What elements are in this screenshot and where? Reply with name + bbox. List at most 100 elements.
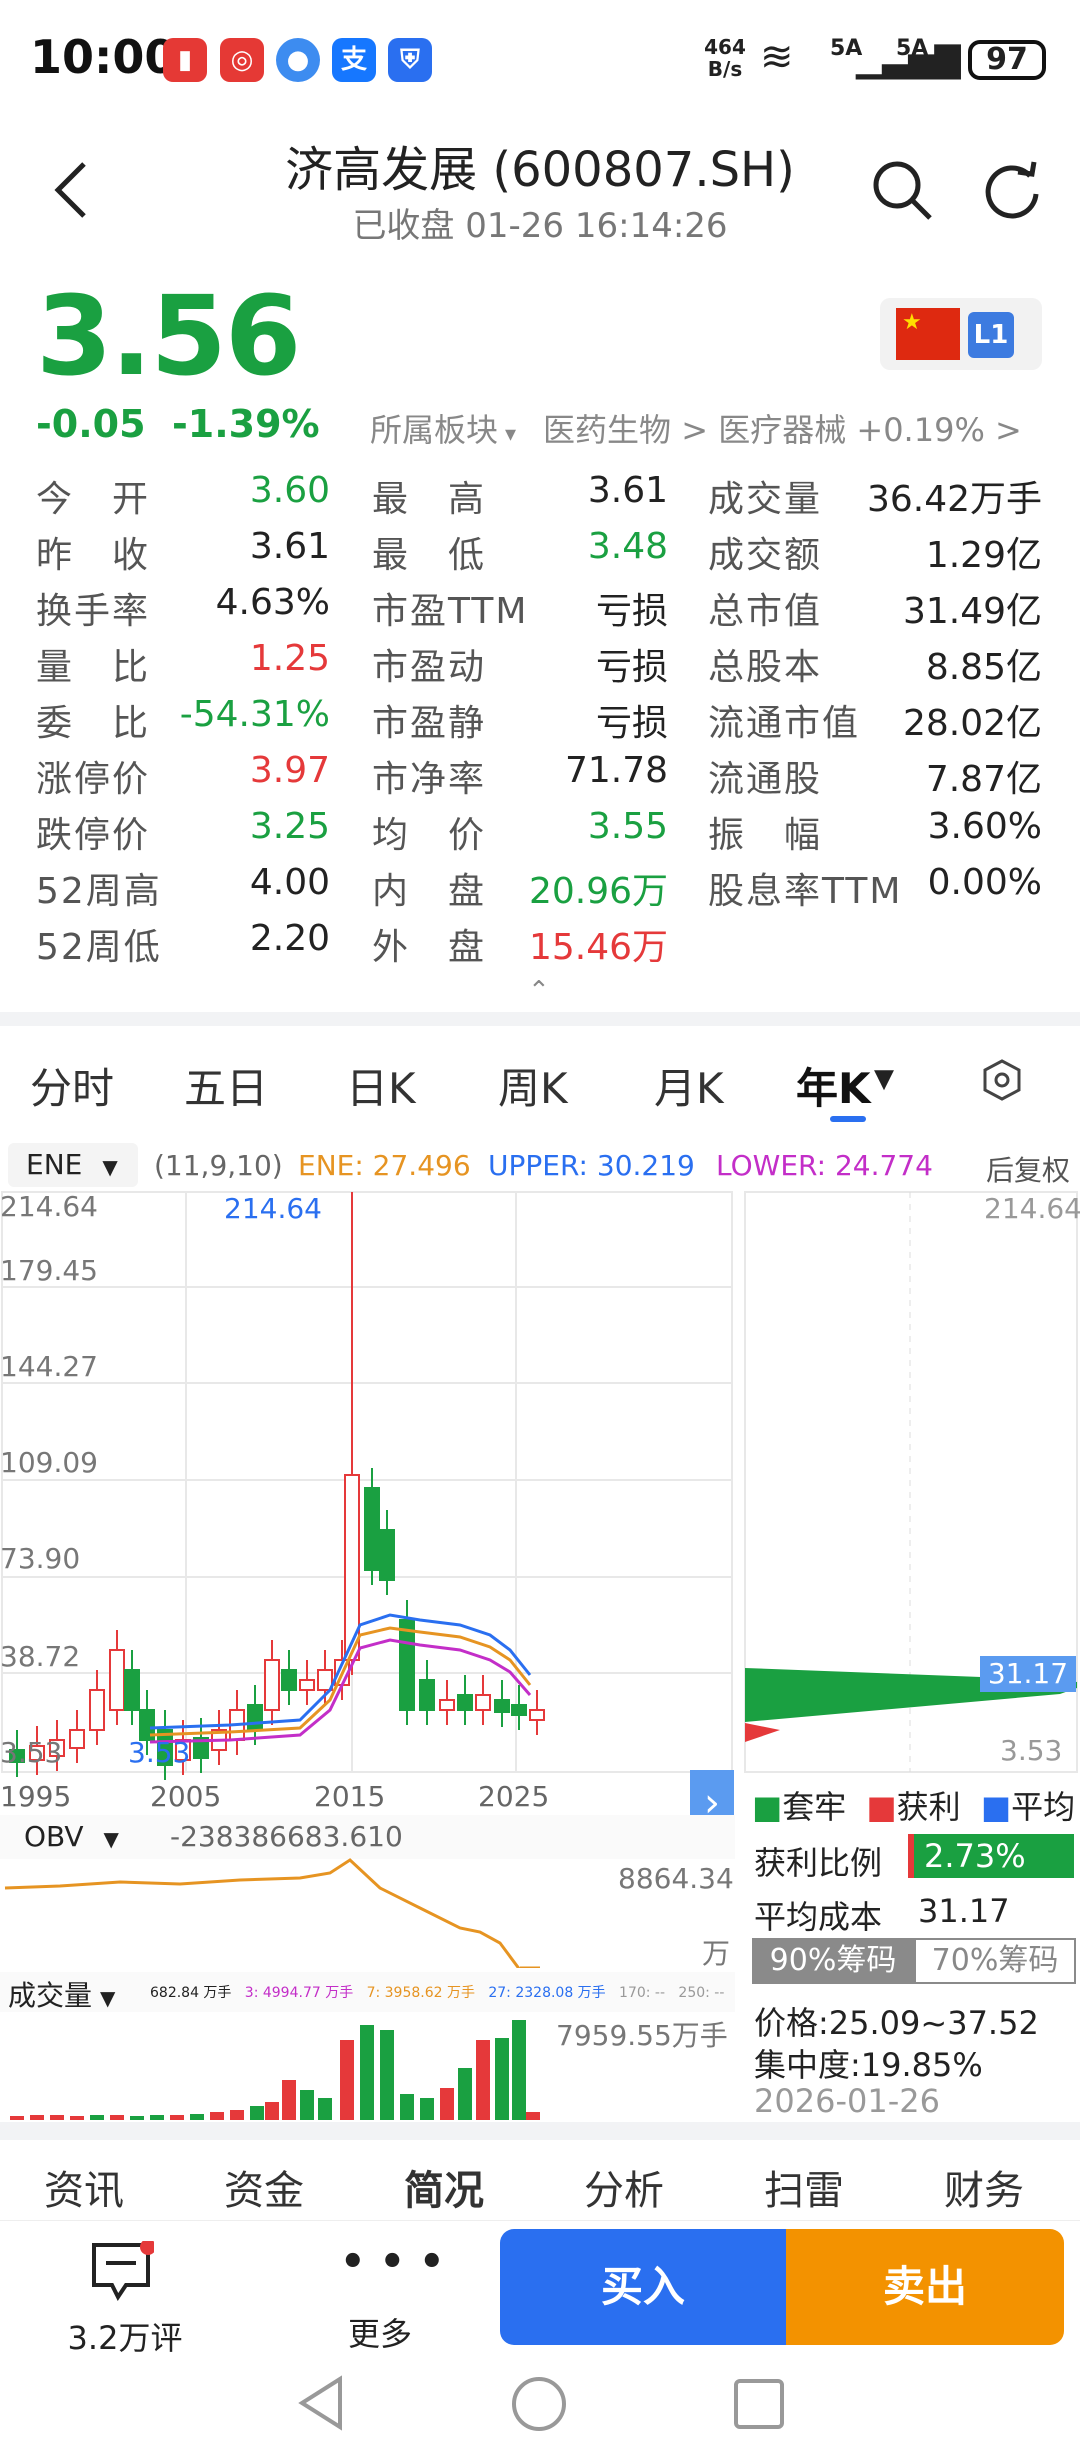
stat-value: 31.49亿 [902,591,1042,632]
stat-label: 最 低 [372,535,487,576]
stat-value: 亏损 [595,591,668,632]
legend-square-icon: ■ [980,1788,1012,1826]
sell-button[interactable]: 卖出 [786,2229,1064,2345]
chip-price-range: 价格:25.09~37.52 [754,2004,1039,2042]
more-label[interactable]: 更多 [330,2309,430,2355]
chevron-down-icon: ▼ [103,1827,119,1851]
refresh-icon[interactable] [980,158,1044,222]
stat-value: 3.25 [249,806,330,847]
chevron-up-icon[interactable]: ⌃ [528,976,550,1006]
max-price-label: 214.64 [224,1192,322,1225]
divider [0,2122,1080,2140]
app-icon-red: ▮ [163,38,207,82]
vol-ma-27: 27: 2328.08 万手 [488,1985,606,2001]
tab-period-2[interactable]: 日K [346,1055,416,1116]
y-tick-6: 3.53 [0,1736,63,1769]
stat-value: 亏损 [595,647,668,688]
comment-icon[interactable] [90,2241,154,2301]
volume-bar [130,2116,144,2120]
candle-body [124,1669,140,1711]
volume-bar [250,2106,264,2120]
stat-label: 总市值 [708,591,823,632]
signal-2-label: 5A [896,36,929,61]
info-tab-0[interactable]: 资讯 [44,2158,124,2216]
nav-home-icon[interactable] [510,2375,568,2433]
info-tab-4[interactable]: 扫雷 [764,2158,844,2216]
tab-period-5[interactable]: 年K [796,1055,871,1116]
wifi-icon: ≋ [760,34,794,80]
obv-select[interactable]: OBV ▼ [8,1817,138,1857]
legend-square-icon: ■ [752,1788,783,1826]
sector-label: 所属板块 [370,411,499,449]
tab-period-4[interactable]: 月K [654,1055,724,1116]
tab-period-3[interactable]: 周K [498,1055,568,1116]
lower-value: LOWER: 24.774 [716,1149,933,1182]
stat-value: 亏损 [595,703,668,744]
tab-70-chips[interactable]: 70%筹码 [914,1938,1076,1984]
stat-value: 1.25 [249,638,330,679]
app-icon-shield: ⛨ [388,38,432,82]
indicator-select[interactable]: ENE ▼ [8,1143,138,1187]
more-icon[interactable]: • • • [340,2239,445,2285]
buy-button[interactable]: 买入 [500,2229,786,2345]
stat-label: 52周低 [36,927,162,968]
volume-bar [495,2038,509,2120]
candle-body [494,1699,510,1713]
volume-bar [150,2115,164,2120]
stat-value: 7.87亿 [925,759,1042,800]
candle-body [529,1709,545,1721]
volume-select[interactable]: 成交量 ▼ [8,1974,115,2014]
y-tick-2: 144.27 [0,1350,98,1383]
comments-count[interactable]: 3.2万评 [60,2313,190,2359]
info-tab-2[interactable]: 简况 [404,2158,484,2216]
info-tab-1[interactable]: 资金 [224,2158,304,2216]
stat-label: 振 幅 [708,815,823,856]
stat-label: 内 盘 [372,871,487,912]
x-tick-3: 2025 [478,1780,550,1813]
legend-profit: 获利 [896,1788,961,1826]
nav-back-icon[interactable] [296,2375,346,2431]
settings-hex-icon[interactable] [980,1058,1024,1102]
vol-ma-250: 250: -- [678,1985,725,2001]
action-bar: 3.2万评 • • • 更多 买入 卖出 [0,2220,1080,2440]
candle-body [475,1694,491,1711]
app-icon-chat: ● [276,38,320,82]
active-tab-indicator [830,1116,866,1122]
search-icon[interactable] [870,158,934,222]
vol-ma-7: 7: 3958.62 万手 [366,1985,475,2001]
candle-body [399,1619,415,1711]
stat-value: 3.60% [927,806,1042,847]
info-tab-3[interactable]: 分析 [584,2158,664,2216]
tab-period-1[interactable]: 五日 [184,1055,268,1116]
chip-legend: ■套牢 ■获利 ■平均 [752,1782,1075,1828]
tab-period-0[interactable]: 分时 [30,1055,114,1116]
sector-link[interactable]: 所属板块 ▾ 医药生物 > 医疗器械 +0.19% > [370,405,1022,451]
stat-label: 跌停价 [36,815,151,856]
nav-recents-icon[interactable] [732,2377,786,2431]
adjust-mode[interactable]: 后复权 [986,1149,1070,1189]
legend-trapped: 套牢 [782,1788,847,1826]
stat-label: 量 比 [36,647,151,688]
candle-body [89,1689,105,1731]
avg-cost-label: 平均成本 [754,1898,883,1936]
tab-90-chips[interactable]: 90%筹码 [752,1938,914,1984]
candle-body [247,1704,263,1731]
net-speed: 464 B/s [704,35,746,81]
stat-value: 3.61 [249,526,330,567]
volume-bar [458,2068,472,2120]
info-tab-5[interactable]: 财务 [944,2158,1024,2216]
stat-label: 成交量 [708,479,823,520]
upper-line [149,1613,532,1730]
volume-bar [170,2115,184,2120]
volume-bar [90,2115,104,2120]
candle-body [457,1694,473,1711]
volume-bar [110,2115,124,2120]
stat-value: 15.46万 [528,927,668,968]
profit-ratio-value: 2.73% [908,1834,1074,1878]
candlestick-chart[interactable] [0,1190,1080,1780]
price-change-pct: -1.39% [172,402,320,446]
stat-label: 委 比 [36,703,151,744]
vol-ma-1: 682.84 万手 [150,1985,232,2001]
min-price-label: 3.53 [128,1736,191,1769]
candle-body [419,1679,435,1711]
